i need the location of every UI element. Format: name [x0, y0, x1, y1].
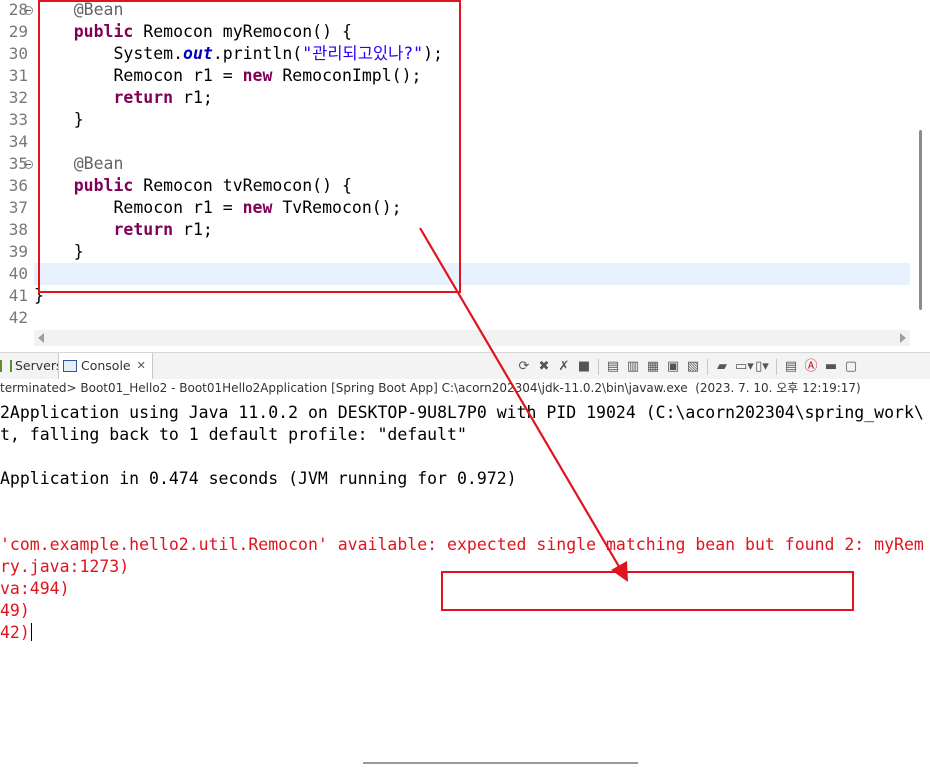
tab-console[interactable]: Console ✕ [58, 353, 153, 379]
display-console-icon[interactable]: ▭▾ [735, 360, 754, 374]
console-line: t, falling back to 1 default profile: "d… [0, 424, 467, 446]
stop-icon[interactable]: ■ [577, 360, 591, 374]
line-number: 42 [8, 308, 28, 327]
line-number: 40 [8, 264, 28, 283]
line-number: 29 [8, 22, 28, 41]
line-number: 32 [8, 88, 28, 107]
line-number-gutter: 28 29 30 31 32 33 34 35 36 37 38 39 40 41 42 [0, 0, 34, 330]
console-line: Application in 0.474 seconds (JVM runnin… [0, 468, 517, 490]
fold-collapse-icon[interactable] [24, 160, 33, 169]
text-caret [30, 623, 32, 641]
minimize-icon[interactable]: ▬ [824, 360, 838, 374]
line-number: 33 [8, 110, 28, 129]
console-error-line: va:494) [0, 578, 70, 600]
new-console-icon[interactable]: ▰ [715, 360, 729, 374]
close-icon[interactable]: ✕ [137, 353, 146, 379]
console-horizontal-scrollbar[interactable] [0, 756, 930, 768]
open-console-icon[interactable]: ▯▾ [755, 360, 769, 374]
console-error-line: 'com.example.hello2.util.Remocon' availa… [0, 534, 924, 556]
editor-horizontal-scrollbar[interactable] [34, 330, 910, 346]
console-toolbar: ⟳ ✖ ✗ ■ ▤ ▥ ▦ ▣ ▧ ▰ ▭▾ ▯▾ ▤ Ⓐ ▬ ▢ [514, 358, 861, 376]
scroll-right-icon[interactable] [900, 333, 906, 343]
pin-icon[interactable]: ⟳ [517, 360, 531, 374]
editor-vertical-scrollbar[interactable] [910, 0, 930, 330]
console-scroll-thumb[interactable] [363, 762, 638, 764]
toolbar-separator [776, 359, 777, 375]
console-line-text: 'com.example.hello2.util.Remocon' availa… [0, 535, 924, 554]
console-line: 2Application using Java 11.0.2 on DESKTO… [0, 402, 924, 424]
code-line[interactable] [34, 307, 910, 329]
console-line-text: 2Application using Java 11.0.2 on DESKTO… [0, 403, 924, 422]
code-highlight-box [38, 0, 461, 293]
console-error-line: ry.java:1273) [0, 556, 129, 578]
tab-servers[interactable]: Servers [0, 353, 63, 379]
line-number: 38 [8, 220, 28, 239]
copy-icon[interactable]: ▤ [606, 360, 620, 374]
word-wrap-icon[interactable]: ▦ [646, 360, 660, 374]
launch-status: terminated> Boot01_Hello2 - Boot01Hello2… [0, 379, 930, 398]
console-tab-bar: Servers Console ✕ ⟳ ✖ ✗ ■ ▤ ▥ ▦ ▣ ▧ ▰ ▭▾… [0, 352, 930, 379]
scroll-lock-icon[interactable]: ▥ [626, 360, 640, 374]
toolbar-separator [598, 359, 599, 375]
line-number: 36 [8, 176, 28, 195]
console-error-line: 49) [0, 600, 30, 622]
fold-collapse-icon[interactable] [24, 6, 33, 15]
show-on-output-icon[interactable]: ▣ [666, 360, 680, 374]
error-highlight-box [441, 571, 854, 611]
servers-icon [0, 360, 12, 372]
toolbar-separator [707, 359, 708, 375]
remove-all-icon[interactable]: ✗ [557, 360, 571, 374]
line-number: 34 [8, 132, 28, 151]
editor-scroll-thumb[interactable] [919, 130, 922, 310]
line-number: 37 [8, 198, 28, 217]
console-line-text: 42) [0, 623, 30, 642]
line-number: 41 [8, 286, 28, 305]
tab-servers-label: Servers [15, 358, 63, 373]
view-menu-icon[interactable]: ▤ [784, 360, 798, 374]
tab-console-label: Console [81, 358, 131, 373]
remove-launch-icon[interactable]: ✖ [537, 360, 551, 374]
scroll-left-icon[interactable] [38, 333, 44, 343]
console-error-line: 42) [0, 622, 32, 644]
line-number: 39 [8, 242, 28, 261]
line-number: 30 [8, 44, 28, 63]
console-line-text: va:494) [0, 579, 70, 598]
line-number: 31 [8, 66, 28, 85]
apache-icon[interactable]: Ⓐ [804, 360, 818, 374]
console-line-text: 49) [0, 601, 30, 620]
show-on-error-icon[interactable]: ▧ [686, 360, 700, 374]
console-line-text: Application in 0.474 seconds (JVM runnin… [0, 469, 517, 488]
console-line-text: t, falling back to 1 default profile: "d… [0, 425, 467, 444]
console-icon [63, 360, 77, 372]
console-line-text: ry.java:1273) [0, 557, 130, 576]
maximize-icon[interactable]: ▢ [844, 360, 858, 374]
